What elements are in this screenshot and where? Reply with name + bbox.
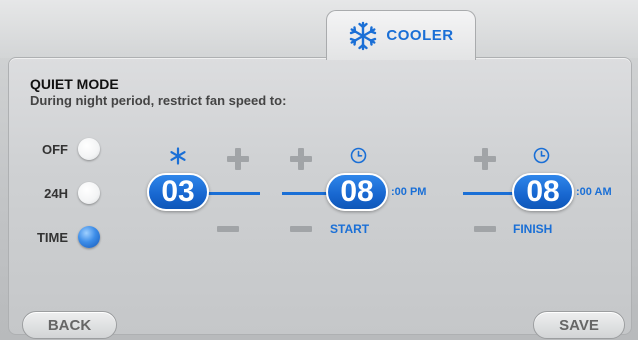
radio-button[interactable] — [78, 182, 100, 204]
start-increase-button[interactable] — [290, 148, 312, 170]
connector-line — [282, 192, 330, 195]
option-label: TIME — [36, 229, 68, 245]
section-description: During night period, restrict fan speed … — [30, 93, 287, 108]
finish-time-suffix: :00 AM — [576, 186, 612, 198]
tab-label: COOLER — [386, 27, 454, 44]
fan-speed-increase-button[interactable] — [227, 148, 249, 170]
section-title: QUIET MODE — [30, 76, 119, 92]
back-button[interactable]: BACK — [22, 311, 117, 339]
option-label: 24H — [44, 185, 68, 201]
finish-label: FINISH — [513, 222, 553, 236]
fan-speed-decrease-button[interactable] — [217, 226, 239, 232]
top-band — [0, 0, 638, 58]
option-24h[interactable]: 24H — [22, 180, 100, 206]
radio-button[interactable] — [78, 138, 100, 160]
start-label: START — [330, 222, 370, 236]
start-hour-value: 08 — [326, 173, 388, 211]
save-button[interactable]: SAVE — [533, 311, 625, 339]
option-time[interactable]: TIME — [22, 224, 100, 250]
option-off[interactable]: OFF — [22, 136, 100, 162]
connector-line — [208, 192, 260, 195]
start-time-suffix: :00 PM — [391, 186, 427, 198]
start-decrease-button[interactable] — [290, 226, 312, 232]
tab-cooler[interactable]: COOLER — [326, 10, 476, 60]
fan-icon — [170, 147, 186, 165]
clock-icon — [350, 147, 367, 164]
fan-speed-value: 03 — [147, 173, 209, 211]
finish-increase-button[interactable] — [474, 148, 496, 170]
finish-decrease-button[interactable] — [474, 226, 496, 232]
option-label: OFF — [42, 141, 68, 157]
radio-button-selected[interactable] — [78, 226, 100, 248]
app-screen: COOLER QUIET MODE During night period, r… — [0, 0, 638, 340]
finish-hour-value: 08 — [512, 173, 574, 211]
snowflake-icon — [350, 21, 377, 50]
connector-line — [463, 192, 513, 195]
clock-icon — [533, 147, 550, 164]
